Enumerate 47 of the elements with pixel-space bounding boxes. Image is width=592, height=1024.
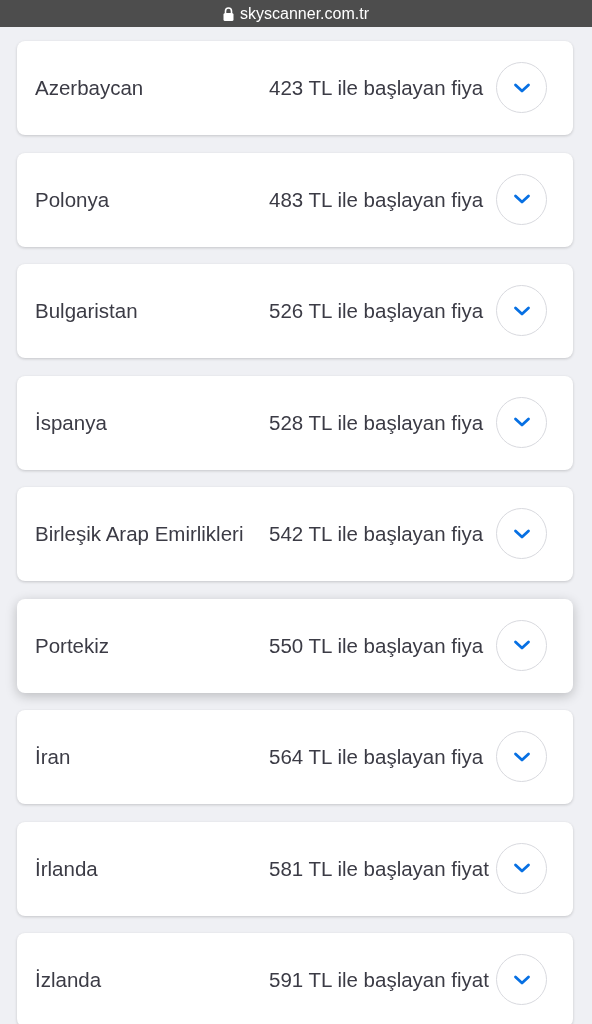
expand-button[interactable]: [496, 396, 547, 448]
price-text: 528 TL ile başlayan fiya: [269, 410, 484, 435]
lock-icon: [223, 6, 235, 21]
url-text: skyscanner.com.tr: [240, 4, 369, 23]
expand-button[interactable]: [496, 619, 547, 671]
destination-card[interactable]: İzlanda 591 TL ile başlayan fiyat: [17, 933, 573, 1024]
expand-button[interactable]: [496, 842, 547, 894]
destination-card[interactable]: Bulgaristan 526 TL ile başlayan fiya: [17, 264, 573, 358]
destination-card[interactable]: İspanya 528 TL ile başlayan fiya: [17, 375, 573, 470]
price-text: 550 TL ile başlayan fiya: [269, 633, 484, 658]
chevron-down-icon: [512, 81, 531, 94]
country-name: İrlanda: [35, 856, 99, 881]
chevron-down-icon: [512, 862, 531, 874]
expand-button[interactable]: [496, 508, 547, 559]
chevron-down-icon: [512, 193, 531, 205]
price-text: 526 TL ile başlayan fiya: [269, 299, 484, 323]
country-name: İran: [35, 745, 72, 769]
price-text: 483 TL ile başlayan fiya: [269, 187, 484, 212]
chevron-down-icon: [512, 304, 531, 317]
price-text: 564 TL ile başlayan fiya: [269, 745, 484, 769]
chevron-down-icon: [512, 416, 531, 428]
country-name: İspanya: [35, 410, 108, 435]
destination-card[interactable]: Polonya 483 TL ile başlayan fiya: [17, 152, 573, 247]
expand-button[interactable]: [496, 285, 547, 336]
expand-button[interactable]: [496, 954, 547, 1005]
chevron-down-icon: [512, 973, 531, 986]
expand-button[interactable]: [496, 62, 547, 113]
price-text: 542 TL ile başlayan fiya: [269, 522, 484, 546]
expand-button[interactable]: [496, 731, 547, 782]
destination-card[interactable]: İran 564 TL ile başlayan fiya: [17, 710, 573, 804]
country-name: Birleşik Arap Emirlikleri: [35, 522, 245, 546]
country-name: Portekiz: [35, 633, 111, 658]
price-text: 423 TL ile başlayan fiya: [269, 76, 484, 100]
destination-card[interactable]: İrlanda 581 TL ile başlayan fiyat: [17, 821, 573, 916]
chevron-down-icon: [512, 750, 531, 763]
chevron-down-icon: [512, 527, 531, 540]
destination-card[interactable]: Portekiz 550 TL ile başlayan fiya: [17, 598, 573, 693]
country-name: İzlanda: [35, 968, 103, 992]
country-name: Azerbaycan: [35, 76, 145, 100]
price-text: 591 TL ile başlayan fiyat: [269, 968, 489, 992]
expand-button[interactable]: [496, 173, 547, 225]
price-text: 581 TL ile başlayan fiyat: [269, 856, 489, 881]
destination-card[interactable]: Birleşik Arap Emirlikleri 542 TL ile başlayan fiya: [17, 487, 573, 581]
destination-card[interactable]: Azerbaycan 423 TL ile başlayan fiya: [17, 41, 573, 135]
country-name: Bulgaristan: [35, 299, 139, 323]
country-name: Polonya: [35, 187, 111, 212]
chevron-down-icon: [512, 639, 531, 651]
